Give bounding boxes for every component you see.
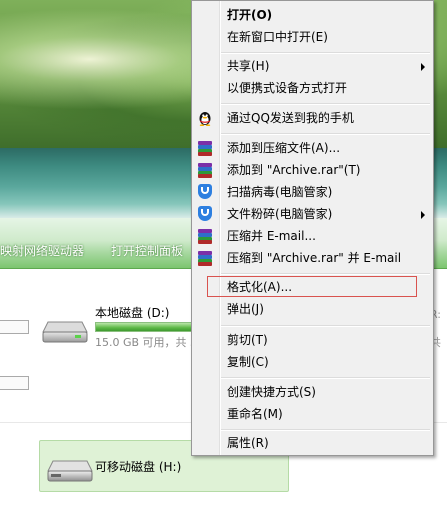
menu-item-scan-virus[interactable]: 扫描病毒(电脑管家) [192,181,433,203]
menu-item-add-archive-rar[interactable]: 添加到 "Archive.rar"(T) [192,159,433,181]
winrar-icon [197,162,213,178]
menu-item-label: 复制(C) [227,355,269,369]
menu-item-label: 重命名(M) [227,407,283,421]
menu-item-label: 弹出(J) [227,302,264,316]
removable-drive-icon [47,460,93,482]
menu-item-open-portable[interactable]: 以便携式设备方式打开 [192,77,433,99]
menu-item-open-new-window[interactable]: 在新窗口中打开(E) [192,26,433,48]
menu-item-compress-rar-email[interactable]: 压缩到 "Archive.rar" 并 E-mail [192,247,433,269]
qq-penguin-icon [199,112,211,126]
menu-item-label: 属性(R) [227,436,269,450]
menu-item-label: 文件粉碎(电脑管家) [227,207,333,221]
map-network-drive-button[interactable]: 映射网络驱动器 [0,242,84,259]
winrar-icon [197,228,213,244]
menu-item-compress-email[interactable]: 压缩并 E-mail... [192,225,433,247]
menu-item-label: 添加到压缩文件(A)... [227,141,341,155]
menu-item-label: 剪切(T) [227,333,268,347]
left-pane-item[interactable] [0,320,29,334]
menu-item-label: 打开(O) [227,8,273,22]
menu-item-properties[interactable]: 属性(R) [192,432,433,454]
menu-item-label: 在新窗口中打开(E) [227,30,328,44]
menu-item-label: 创建快捷方式(S) [227,385,316,399]
left-pane-item[interactable] [0,376,29,390]
menu-separator [221,103,430,105]
winrar-icon [197,250,213,266]
tencent-shield-icon [197,206,213,222]
drive-d-info: 15.0 GB 可用，共 5 [95,336,198,349]
menu-item-send-qq[interactable]: 通过QQ发送到我的手机 [192,107,433,129]
menu-item-create-shortcut[interactable]: 创建快捷方式(S) [192,381,433,403]
menu-separator [221,325,430,327]
tencent-shield-icon [197,184,213,200]
menu-separator [221,133,430,135]
menu-item-add-archive[interactable]: 添加到压缩文件(A)... [192,137,433,159]
menu-item-label: 以便携式设备方式打开 [227,81,348,95]
hard-drive-icon [42,321,88,343]
menu-item-label: 压缩并 E-mail... [227,229,316,243]
menu-item-label: 压缩到 "Archive.rar" 并 E-mail [227,251,402,265]
menu-separator [221,273,430,275]
menu-item-open[interactable]: 打开(O) [192,4,433,26]
drive-h-name[interactable]: 可移动磁盘 (H:) [95,458,181,475]
submenu-arrow-icon [421,63,425,71]
context-menu: 打开(O) 在新窗口中打开(E) 共享(H) 以便携式设备方式打开 通过QQ发送… [191,0,434,456]
menu-separator [221,377,430,379]
menu-item-share[interactable]: 共享(H) [192,55,433,77]
menu-item-copy[interactable]: 复制(C) [192,351,433,373]
menu-item-eject[interactable]: 弹出(J) [192,298,433,320]
drive-d-usage-bar [95,322,193,332]
menu-separator [221,429,430,431]
winrar-icon [197,140,213,156]
menu-item-shred[interactable]: 文件粉碎(电脑管家) [192,203,433,225]
menu-item-cut[interactable]: 剪切(T) [192,329,433,351]
menu-separator [221,52,430,54]
format-highlight-box [207,276,417,297]
menu-item-label: 共享(H) [227,59,270,73]
menu-item-label: 通过QQ发送到我的手机 [227,111,354,125]
menu-item-label: 添加到 "Archive.rar"(T) [227,163,361,177]
submenu-arrow-icon [421,211,425,219]
open-control-panel-button[interactable]: 打开控制面板 [111,242,183,259]
menu-item-label: 扫描病毒(电脑管家) [227,185,333,199]
drive-d-name[interactable]: 本地磁盘 (D:) [95,304,169,321]
menu-item-rename[interactable]: 重命名(M) [192,403,433,425]
